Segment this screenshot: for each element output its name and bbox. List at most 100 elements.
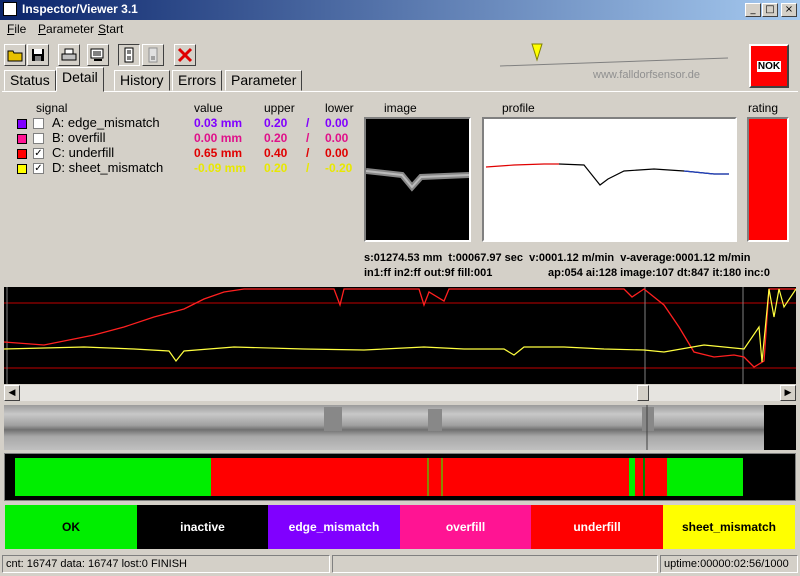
position-indicator[interactable] xyxy=(498,40,730,70)
stat-acquisition: ap:054 ai:128 image:107 dt:847 it:180 in… xyxy=(548,267,770,279)
menu-start[interactable]: Start xyxy=(98,22,123,36)
stat-time: t:00067.97 sec xyxy=(448,252,524,264)
profile-curve xyxy=(485,163,729,186)
tab-status[interactable]: Status xyxy=(4,70,56,91)
window-title: Inspector/Viewer 3.1 xyxy=(22,2,138,16)
maximize-button[interactable]: □ xyxy=(762,3,778,17)
minimize-button[interactable]: _ xyxy=(745,3,761,17)
scroll-thumb[interactable] xyxy=(637,385,649,401)
close-button[interactable]: × xyxy=(781,3,797,17)
signal-name: D: sheet_mismatch xyxy=(52,160,164,175)
open-button[interactable] xyxy=(4,44,26,66)
stats-line-1: s:01274.53 mm t:00067.97 sec v:0001.12 m… xyxy=(364,252,751,264)
stat-speed: v:0001.12 m/min xyxy=(529,252,615,264)
signal-checkbox[interactable] xyxy=(33,118,44,129)
legend-item: sheet_mismatch xyxy=(663,505,795,549)
printer-icon xyxy=(61,48,77,61)
signal-checkbox[interactable] xyxy=(33,133,44,144)
signal-swatch xyxy=(17,149,27,159)
stat-io: in1:ff in2:ff out:9f fill:001 xyxy=(364,267,493,279)
signal-lower: 0.00 xyxy=(325,131,349,145)
view-single-button[interactable] xyxy=(118,44,140,66)
folder-icon xyxy=(7,50,23,62)
signal-value: -0.09 mm xyxy=(194,161,247,175)
signal-plot-content xyxy=(3,287,797,384)
signal-plot[interactable] xyxy=(3,287,797,384)
legend-item: underfill xyxy=(531,505,663,549)
disk-icon xyxy=(32,49,44,61)
legend-item: inactive xyxy=(137,505,268,549)
status-middle xyxy=(332,555,658,573)
legend-label: inactive xyxy=(180,520,225,534)
camera-image xyxy=(364,117,471,242)
tab-errors[interactable]: Errors xyxy=(172,70,223,91)
status-right: uptime:00000:02:56/1000 xyxy=(660,555,798,573)
plot-scrollbar[interactable]: ◀ ▶ xyxy=(4,385,796,401)
header-lower: lower xyxy=(325,101,354,115)
stat-distance: s:01274.53 mm xyxy=(364,252,443,264)
strip-image xyxy=(4,405,796,450)
stop-button[interactable] xyxy=(174,44,196,66)
legend-label: edge_mismatch xyxy=(288,520,380,534)
signal-name: C: underfill xyxy=(52,145,115,160)
profile-plot xyxy=(482,117,737,242)
tab-detail[interactable]: Detail xyxy=(56,67,104,92)
legend-label: underfill xyxy=(573,520,621,534)
legend-label: sheet_mismatch xyxy=(681,520,777,534)
header-value: value xyxy=(194,101,223,115)
signal-lower: 0.00 xyxy=(325,146,349,160)
rating-timeline-bars xyxy=(5,458,795,496)
title-bar[interactable]: Inspector/Viewer 3.1 _ □ × xyxy=(0,0,800,20)
legend-item: OK xyxy=(5,505,137,549)
properties-button[interactable] xyxy=(87,44,109,66)
legend-label: OK xyxy=(62,520,80,534)
signal-value: 0.00 mm xyxy=(194,131,243,145)
signal-separator: / xyxy=(306,161,310,175)
signal-lower: 0.00 xyxy=(325,116,349,130)
image-label: image xyxy=(384,101,417,115)
column-disabled-icon xyxy=(148,47,158,63)
monitor-icon xyxy=(90,48,104,61)
legend-label: overfill xyxy=(445,520,486,534)
signal-upper: 0.40 xyxy=(264,146,288,160)
signal-swatch xyxy=(17,119,27,129)
legend-item: edge_mismatch xyxy=(268,505,400,549)
signal-separator: / xyxy=(306,146,310,160)
menu-file[interactable]: File xyxy=(7,22,26,36)
menu-bar: File Parameter Start xyxy=(0,20,800,38)
signal-separator: / xyxy=(306,131,310,145)
view-split-button[interactable] xyxy=(142,44,164,66)
profile-label: profile xyxy=(502,101,535,115)
signal-swatch xyxy=(17,134,27,144)
signal-name: B: overfill xyxy=(52,130,106,145)
x-icon xyxy=(177,47,193,63)
menu-parameter[interactable]: Parameter xyxy=(38,22,94,36)
rating-timeline xyxy=(4,453,796,501)
status-left: cnt: 16747 data: 16747 lost:0 FINISH xyxy=(2,555,330,573)
print-button[interactable] xyxy=(58,44,80,66)
tab-history[interactable]: History xyxy=(114,70,170,91)
signal-separator: / xyxy=(306,116,310,130)
nok-indicator: NOK xyxy=(749,44,789,88)
signal-checkbox[interactable]: ✓ xyxy=(33,163,44,174)
column-icon xyxy=(124,47,134,63)
header-signal: signal xyxy=(36,101,68,115)
signal-value: 0.65 mm xyxy=(194,146,243,160)
watermark: www.falldorfsensor.de xyxy=(593,69,700,81)
scroll-left-icon[interactable]: ◀ xyxy=(4,385,20,401)
signal-checkbox[interactable]: ✓ xyxy=(33,148,44,159)
tab-parameter[interactable]: Parameter xyxy=(225,70,303,91)
signal-upper: 0.20 xyxy=(264,161,288,175)
legend-item: overfill xyxy=(400,505,531,549)
header-upper: upper xyxy=(264,101,295,115)
app-icon xyxy=(3,2,17,16)
signal-upper: 0.20 xyxy=(264,131,288,145)
strip-image-content xyxy=(324,405,796,450)
camera-image-content xyxy=(365,168,470,192)
save-button[interactable] xyxy=(27,44,49,66)
signal-value: 0.03 mm xyxy=(194,116,243,130)
signal-upper: 0.20 xyxy=(264,116,288,130)
scroll-right-icon[interactable]: ▶ xyxy=(780,385,796,401)
signal-name: A: edge_mismatch xyxy=(52,115,160,130)
rating-bar xyxy=(747,117,789,242)
